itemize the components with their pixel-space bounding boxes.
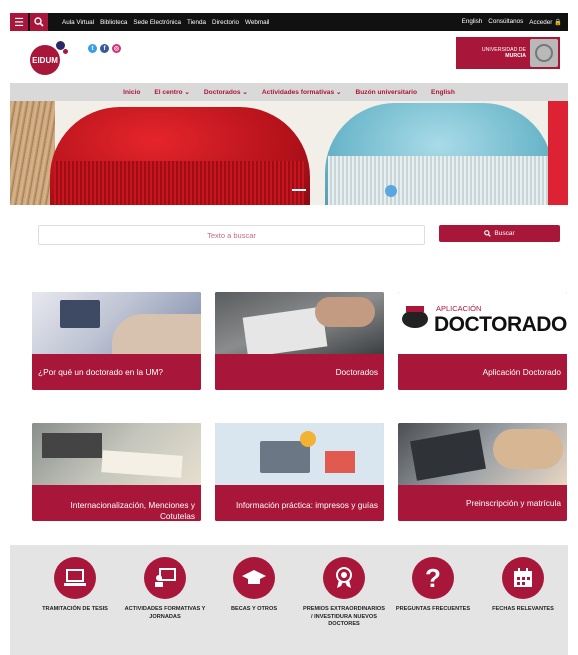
topbar-link-aula-virtual[interactable]: Aula Virtual <box>62 19 94 26</box>
logo-circle: EIDUM <box>30 45 60 75</box>
hero-image-part <box>328 156 550 205</box>
menu-icon[interactable]: ☰ <box>10 13 28 31</box>
topbar-link-consultanos[interactable]: Consúltanos <box>488 18 523 26</box>
main-nav: Inicio El centro ⌄ Doctorados ⌄ Activida… <box>10 83 568 101</box>
logo-dot <box>63 49 68 54</box>
card-image: APLICACIÓN DOCTORADO <box>398 292 567 354</box>
nav-item-inicio[interactable]: Inicio <box>123 89 140 96</box>
quick-links-band: TRAMITACIÓN DE TESIS ACTIVIDADES FORMATI… <box>10 545 568 655</box>
quick-link-label: FECHAS RELEVANTES <box>492 606 554 612</box>
top-bar: ☰ Aula Virtual Biblioteca Sede Electróni… <box>10 13 568 31</box>
search-icon[interactable] <box>30 13 48 31</box>
quick-link-label: ACTIVIDADES FORMATIVAS Y JORNADAS <box>124 606 206 620</box>
facebook-icon[interactable]: f <box>100 44 109 53</box>
social-links: t f ◎ <box>88 44 121 53</box>
topbar-link-acceder[interactable]: Acceder 🔒 <box>529 18 562 26</box>
card-image <box>32 423 201 485</box>
twitter-icon[interactable]: t <box>88 44 97 53</box>
quick-link-label: PREMIOS EXTRAORDINARIOS / INVESTIDURA NU… <box>302 606 386 628</box>
topbar-link-directorio[interactable]: Directorio <box>212 19 239 26</box>
nav-item-buzon-universitario[interactable]: Buzón universitario <box>355 89 417 96</box>
quick-link-label: BECAS Y OTROS <box>230 606 278 612</box>
university-seal-icon <box>530 39 558 67</box>
search-button-label: Buscar <box>494 230 515 237</box>
presentation-icon <box>144 557 186 599</box>
search-button[interactable]: Buscar <box>439 225 560 242</box>
search-input[interactable]: Texto a buscar <box>38 225 425 245</box>
hero-slider[interactable] <box>10 101 568 205</box>
award-icon <box>323 557 365 599</box>
quick-link-actividades[interactable]: ACTIVIDADES FORMATIVAS Y JORNADAS <box>123 557 207 621</box>
quick-link-fechas[interactable]: FECHAS RELEVANTES <box>481 557 565 614</box>
site-header: EIDUM t f ◎ UNIVERSIDAD DE MURCIA <box>10 31 568 83</box>
card-por-que-doctorado[interactable]: ¿Por qué un doctorado en la UM? <box>32 292 201 390</box>
nav-item-el-centro[interactable]: El centro ⌄ <box>154 88 190 96</box>
graduation-cap-icon <box>233 557 275 599</box>
nav-item-doctorados[interactable]: Doctorados ⌄ <box>204 88 248 96</box>
quick-link-label: TRAMITACIÓN DE TESIS <box>42 606 108 612</box>
card-internacionalizacion[interactable]: Internacionalización, Menciones y Cotute… <box>32 423 201 521</box>
quick-link-premios[interactable]: PREMIOS EXTRAORDINARIOS / INVESTIDURA NU… <box>302 557 386 629</box>
quick-link-label: PREGUNTAS FRECUENTES <box>395 606 471 612</box>
card-doctorados[interactable]: Doctorados <box>215 292 384 390</box>
app-card-big-text: DOCTORADO <box>434 313 567 336</box>
card-label: Preinscripción y matrícula <box>398 485 567 521</box>
topbar-link-sede-electronica[interactable]: Sede Electrónica <box>133 19 181 26</box>
topbar-link-webmail[interactable]: Webmail <box>245 19 269 26</box>
card-informacion-practica[interactable]: Información práctica: impresos y guías <box>215 423 384 521</box>
university-line2: MURCIA <box>505 53 526 59</box>
instagram-icon[interactable]: ◎ <box>112 44 121 53</box>
hero-image-part <box>10 101 55 205</box>
card-aplicacion-doctorado[interactable]: APLICACIÓN DOCTORADO Aplicación Doctorad… <box>398 292 567 390</box>
university-name: UNIVERSIDAD DE MURCIA <box>456 47 530 59</box>
eidum-logo[interactable]: EIDUM <box>30 41 70 75</box>
question-icon: ? <box>412 557 454 599</box>
topbar-link-english[interactable]: English <box>462 18 483 26</box>
nav-item-english[interactable]: English <box>431 89 455 96</box>
slider-indicator[interactable] <box>292 189 306 191</box>
card-label: Aplicación Doctorado <box>398 354 567 390</box>
card-image <box>215 423 384 485</box>
app-card-small-text: APLICACIÓN <box>436 304 482 313</box>
card-preinscripcion-matricula[interactable]: Preinscripción y matrícula <box>398 423 567 521</box>
quick-link-becas[interactable]: BECAS Y OTROS <box>212 557 296 614</box>
card-image <box>215 292 384 358</box>
hero-image-part <box>548 101 568 205</box>
topbar-link-biblioteca[interactable]: Biblioteca <box>100 19 127 26</box>
slider-dot[interactable] <box>385 185 397 197</box>
nav-item-actividades-formativas[interactable]: Actividades formativas ⌄ <box>262 88 342 96</box>
quick-link-tramitacion[interactable]: TRAMITACIÓN DE TESIS <box>33 557 117 614</box>
topbar-link-tienda[interactable]: Tienda <box>187 19 206 26</box>
calendar-icon <box>502 557 544 599</box>
card-image <box>32 292 201 354</box>
card-label: Internacionalización, Menciones y Cotute… <box>32 489 201 521</box>
card-image <box>398 423 567 485</box>
search-icon <box>484 230 492 237</box>
card-label: Doctorados <box>215 354 384 390</box>
quick-link-preguntas[interactable]: ? PREGUNTAS FRECUENTES <box>391 557 475 614</box>
card-label: Información práctica: impresos y guías <box>215 489 384 521</box>
hero-image-part <box>54 161 304 205</box>
university-murcia-logo[interactable]: UNIVERSIDAD DE MURCIA <box>456 37 560 69</box>
laptop-icon <box>54 557 96 599</box>
card-label: ¿Por qué un doctorado en la UM? <box>32 354 201 390</box>
